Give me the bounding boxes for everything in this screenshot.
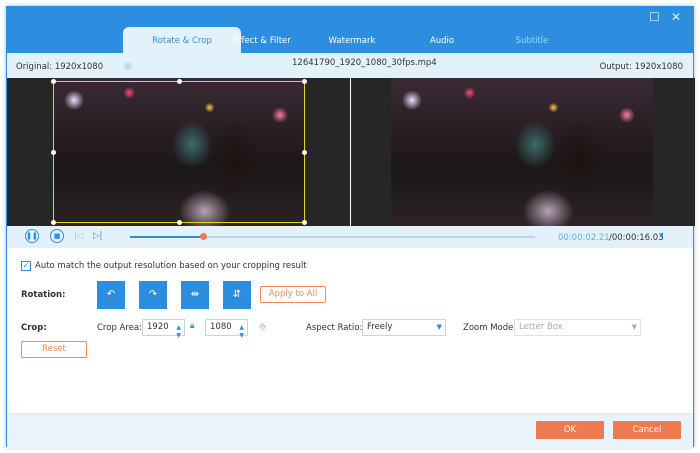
original-preview <box>7 78 350 226</box>
auto-match-label: Auto match the output resolution based o… <box>35 261 307 271</box>
rotate-left-button[interactable]: ↶ <box>97 281 125 309</box>
editor-window: ☐ ✕ Rotate & Crop Effect & Filter Waterm… <box>6 6 695 448</box>
aspect-ratio-select[interactable]: Freely ▼ <box>362 319 446 336</box>
crop-handle[interactable] <box>51 150 56 155</box>
chevron-down-icon: ▼ <box>436 323 442 331</box>
tab-effect-filter[interactable]: Effect & Filter <box>217 27 307 53</box>
original-resolution: Original: 1920x1080 <box>16 62 104 72</box>
volume-icon[interactable]: 🔈︎ <box>660 230 666 241</box>
zoom-mode-select[interactable]: Letter Box ▼ <box>514 319 641 336</box>
cancel-button[interactable]: Cancel <box>613 421 681 439</box>
crop-height-value: 1080 <box>210 322 232 332</box>
tab-subtitle[interactable]: Subtitle <box>487 27 577 53</box>
ok-button[interactable]: OK <box>536 421 604 439</box>
aspect-ratio-label: Aspect Ratio: <box>306 323 363 333</box>
footer: OK Cancel <box>7 413 693 448</box>
output-resolution: Output: 1920x1080 <box>599 62 683 72</box>
flip-vertical-button[interactable]: ⇵ <box>223 281 251 309</box>
rotation-label: Rotation: <box>21 290 66 300</box>
zoom-mode-value: Letter Box <box>519 322 563 332</box>
crop-handle[interactable] <box>302 220 307 225</box>
pause-icon[interactable]: ❚❚ <box>25 229 39 243</box>
tab-audio[interactable]: Audio <box>397 27 487 53</box>
output-video-frame <box>391 78 653 226</box>
maximize-icon[interactable]: ☐ <box>649 10 660 24</box>
auto-match-checkbox[interactable]: ✓ <box>21 261 31 271</box>
file-name: 12641790_1920_1080_30fps.mp4 <box>292 58 437 68</box>
chevron-down-icon: ▼ <box>631 323 637 331</box>
crop-handle[interactable] <box>51 220 56 225</box>
current-time: 00:00:02.21 <box>558 233 610 243</box>
crop-handle[interactable] <box>302 79 307 84</box>
crop-height-input[interactable]: 1080 ▲ ▼ <box>205 319 248 339</box>
crop-label: Crop: <box>21 323 47 333</box>
lock-icon[interactable]: 🔒︎ <box>190 321 195 331</box>
aspect-ratio-value: Freely <box>367 322 393 332</box>
total-time: /00:00:16.03 <box>609 233 664 243</box>
center-crop-icon[interactable]: ⌖ <box>258 317 267 337</box>
stop-icon[interactable]: ■ <box>50 229 64 243</box>
previous-frame-icon[interactable]: |◁ <box>74 231 83 241</box>
zoom-mode-label: Zoom Mode: <box>463 323 517 333</box>
close-icon[interactable]: ✕ <box>671 10 681 24</box>
crop-handle[interactable] <box>51 79 56 84</box>
eye-icon[interactable]: ◉ <box>123 59 133 72</box>
playback-controls: ❚❚ ■ |◁ ▷| 00:00:02.21 /00:00:16.03 🔈︎ <box>7 226 693 248</box>
stepper-down-icon[interactable]: ▼ <box>239 328 244 343</box>
crop-area-label: Crop Area: <box>97 323 142 333</box>
progress-fill <box>130 236 203 238</box>
title-bar: ☐ ✕ Rotate & Crop Effect & Filter Waterm… <box>7 7 693 53</box>
rotate-right-button[interactable]: ↷ <box>139 281 167 309</box>
flip-horizontal-button[interactable]: ⇹ <box>181 281 209 309</box>
crop-width-value: 1920 <box>147 322 169 332</box>
crop-handle[interactable] <box>302 150 307 155</box>
tab-watermark[interactable]: Watermark <box>307 27 397 53</box>
crop-box[interactable] <box>51 79 307 225</box>
reset-button[interactable]: Reset <box>21 341 87 358</box>
crop-width-input[interactable]: 1920 ▲ ▼ <box>142 319 185 339</box>
crop-handle[interactable] <box>177 79 182 84</box>
crop-handle[interactable] <box>177 220 182 225</box>
stepper-down-icon[interactable]: ▼ <box>176 328 181 343</box>
next-frame-icon[interactable]: ▷| <box>93 231 102 241</box>
output-preview <box>351 78 695 226</box>
progress-slider[interactable] <box>130 233 535 240</box>
apply-to-all-button[interactable]: Apply to All <box>260 286 326 303</box>
preview-info-bar: Original: 1920x1080 ◉ 12641790_1920_1080… <box>7 53 693 78</box>
progress-handle[interactable] <box>199 233 207 240</box>
